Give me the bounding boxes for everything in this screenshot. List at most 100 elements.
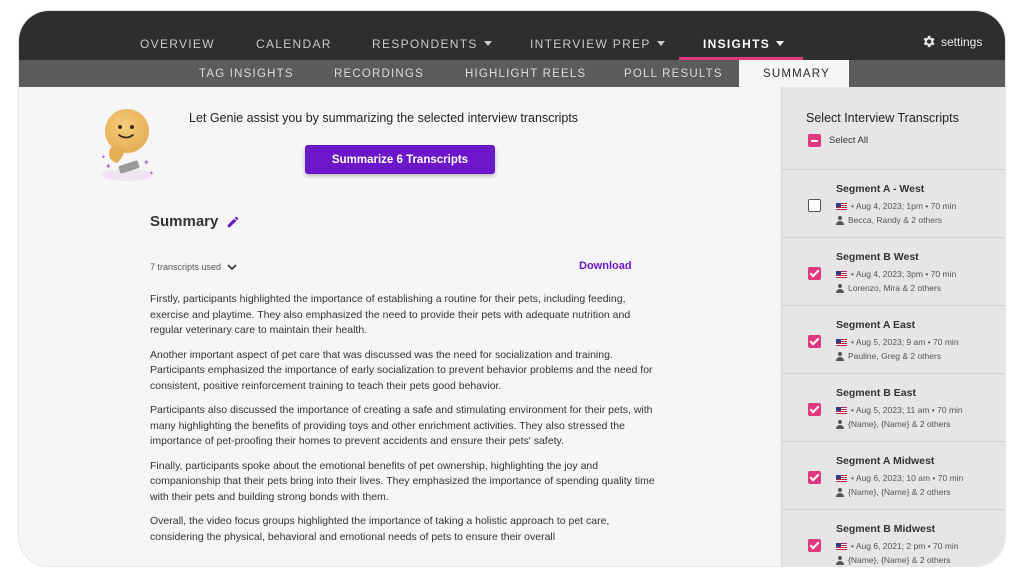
chevron-down-icon [227, 263, 237, 270]
segment-meta-text: • Aug 5, 2023; 11 am • 70 min [851, 405, 963, 415]
genie-mascot-icon: ✦ ✦ ✦ ✦ [101, 109, 154, 181]
tab-recordings[interactable]: RECORDINGS [334, 68, 424, 80]
us-flag-icon [836, 542, 847, 550]
transcript-segment-item[interactable]: Segment A East • Aug 5, 2023; 9 am • 70 m… [782, 305, 1005, 373]
segment-meta-text: • Aug 4, 2023; 3pm • 70 min [851, 269, 957, 279]
segment-name: Segment A Midwest [836, 455, 935, 467]
segment-meta-text: • Aug 6, 2023; 10 am • 70 min [851, 473, 964, 483]
svg-text:✦: ✦ [149, 170, 154, 177]
summary-body: Firstly, participants highlighted the im… [150, 292, 655, 554]
segment-checkbox[interactable] [808, 199, 821, 212]
segment-meta: • Aug 4, 2023; 1pm • 70 min [836, 201, 956, 211]
summary-panel: ✦ ✦ ✦ ✦ Let Genie assist you by summariz… [19, 87, 781, 566]
caret-down-icon [656, 41, 665, 46]
segment-people-text: {Name}, {Name} & 2 others [848, 487, 951, 497]
segment-name: Segment A East [836, 319, 916, 331]
transcript-segment-item[interactable]: Segment B Midwest • Aug 6, 2021; 2 pm • 7… [782, 509, 1005, 566]
genie-prompt: Let Genie assist you by summarizing the … [189, 111, 579, 125]
summary-paragraph: Participants also discussed the importan… [150, 404, 653, 447]
segment-people-text: Becca, Randy & 2 others [848, 215, 943, 225]
select-all-checkbox[interactable]: Select All [808, 134, 868, 147]
segment-name: Segment B East [836, 387, 916, 399]
segment-people-text: {Name}, {Name} & 2 others [848, 555, 951, 565]
transcript-segment-item[interactable]: Segment A Midwest • Aug 6, 2023; 10 am • … [782, 441, 1005, 509]
us-flag-icon [836, 474, 847, 482]
settings-label: settings [941, 34, 983, 49]
person-icon [836, 215, 844, 225]
person-icon [836, 487, 844, 497]
settings-button[interactable]: settings [921, 34, 982, 49]
caret-down-icon [776, 41, 785, 46]
segment-checkbox[interactable] [808, 335, 821, 348]
segment-checkbox[interactable] [808, 403, 821, 416]
segment-participants: Lorenzo, Mira & 2 others [836, 283, 941, 293]
transcript-segment-item[interactable]: Segment B West • Aug 4, 2023; 3pm • 70 mi… [782, 237, 1005, 305]
nav-interview-prep-label: INTERVIEW PREP [530, 37, 651, 51]
segment-meta-text: • Aug 5, 2023; 9 am • 70 min [851, 337, 959, 347]
transcript-selector-sidebar: Select Interview Transcripts Select All … [781, 87, 1005, 566]
segment-checkbox[interactable] [808, 539, 821, 552]
person-icon [836, 419, 844, 429]
summary-paragraph: Firstly, participants highlighted the im… [150, 293, 631, 336]
summary-paragraph: Another important aspect of pet care tha… [150, 348, 653, 392]
segment-participants: Pauline, Greg & 2 others [836, 351, 941, 361]
download-link[interactable]: Download [579, 260, 632, 272]
nav-overview[interactable]: OVERVIEW [140, 37, 215, 51]
segment-name: Segment B West [836, 251, 919, 263]
tab-tag-insights[interactable]: TAG INSIGHTS [199, 68, 294, 80]
tab-highlight-reels[interactable]: HIGHLIGHT REELS [465, 68, 586, 80]
top-nav: OVERVIEW CALENDAR RESPONDENTS INTERVIEW … [19, 11, 1005, 60]
person-icon [836, 351, 844, 361]
segment-name: Segment A - West [836, 183, 925, 195]
nav-insights[interactable]: INSIGHTS [703, 37, 785, 51]
us-flag-icon [836, 202, 847, 210]
segment-meta: • Aug 4, 2023; 3pm • 70 min [836, 269, 956, 279]
segment-meta: • Aug 6, 2023; 10 am • 70 min [836, 473, 963, 483]
segment-checkbox[interactable] [808, 267, 821, 280]
transcripts-used-dropdown[interactable]: 7 transcripts used [150, 262, 237, 272]
transcript-segment-item[interactable]: Segment B East • Aug 5, 2023; 11 am • 70 … [782, 373, 1005, 441]
segment-people-text: Lorenzo, Mira & 2 others [848, 283, 942, 293]
segment-people-text: Pauline, Greg & 2 others [848, 351, 942, 361]
tab-summary-label: SUMMARY [763, 68, 830, 80]
gear-icon [923, 35, 935, 48]
nav-respondents[interactable]: RESPONDENTS [372, 37, 492, 51]
segment-meta: • Aug 6, 2021; 2 pm • 70 min [836, 541, 959, 551]
sub-nav: TAG INSIGHTS RECORDINGS HIGHLIGHT REELS … [19, 60, 1005, 87]
us-flag-icon [836, 338, 847, 346]
person-icon [836, 283, 844, 293]
app-window: OVERVIEW CALENDAR RESPONDENTS INTERVIEW … [19, 11, 1005, 566]
svg-text:✦: ✦ [143, 158, 150, 167]
segment-meta-text: • Aug 6, 2021; 2 pm • 70 min [851, 541, 959, 551]
segment-participants: {Name}, {Name} & 2 others [836, 419, 951, 429]
tab-poll-results[interactable]: POLL RESULTS [624, 68, 723, 80]
summarize-transcripts-button[interactable]: Summarize 6 Transcripts [305, 145, 495, 174]
tab-summary[interactable]: SUMMARY [739, 60, 849, 87]
segment-participants: Becca, Randy & 2 others [836, 215, 942, 225]
nav-interview-prep[interactable]: INTERVIEW PREP [530, 37, 665, 51]
nav-insights-label: INSIGHTS [703, 37, 771, 51]
segment-participants: {Name}, {Name} & 2 others [836, 555, 951, 565]
svg-text:✦: ✦ [105, 162, 112, 171]
segment-checkbox[interactable] [808, 471, 821, 484]
nav-calendar[interactable]: CALENDAR [256, 37, 332, 51]
pencil-edit-icon[interactable] [226, 215, 240, 229]
nav-respondents-label: RESPONDENTS [372, 37, 478, 51]
indeterminate-checkbox-icon [808, 134, 821, 147]
svg-text:✦: ✦ [101, 154, 106, 161]
segment-meta-text: • Aug 4, 2023; 1pm • 70 min [851, 201, 957, 211]
summary-paragraph: Overall, the video focus groups highligh… [150, 515, 610, 543]
summary-heading: Summary [150, 213, 240, 230]
summary-paragraph: Finally, participants spoke about the em… [150, 459, 655, 503]
segment-meta: • Aug 5, 2023; 9 am • 70 min [836, 337, 959, 347]
us-flag-icon [836, 270, 847, 278]
select-all-label: Select All [829, 135, 869, 146]
segment-participants: {Name}, {Name} & 2 others [836, 487, 951, 497]
person-icon [836, 555, 844, 565]
transcripts-used-label: 7 transcripts used [150, 262, 222, 272]
summary-title: Summary [150, 213, 219, 230]
transcript-segment-item[interactable]: Segment A - West • Aug 4, 2023; 1pm • 70 … [782, 169, 1005, 237]
sidebar-title: Select Interview Transcripts [806, 111, 959, 125]
caret-down-icon [483, 41, 492, 46]
us-flag-icon [836, 406, 847, 414]
